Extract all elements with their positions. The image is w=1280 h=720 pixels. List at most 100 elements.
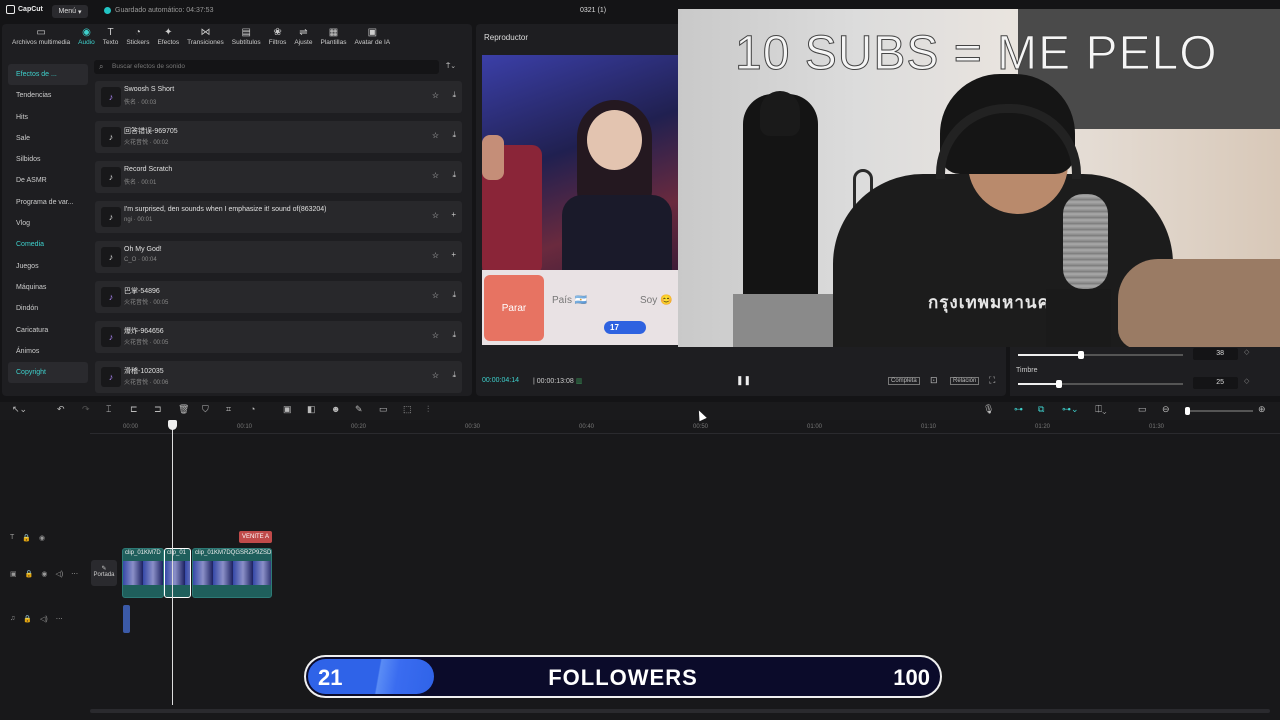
video-clip-selected[interactable]: clip_01	[164, 548, 191, 598]
speed-icon[interactable]: ◔	[250, 404, 255, 414]
zoom-in-icon[interactable]: ⊕	[1258, 404, 1266, 415]
download-icon[interactable]: ⤓	[452, 90, 456, 100]
favorite-star-icon[interactable]: ☆	[432, 171, 439, 180]
auto-snap-icon[interactable]: ⧉	[1038, 404, 1044, 415]
more-icon[interactable]: ⋯	[71, 570, 78, 578]
microphone-icon[interactable]: 🎙	[983, 404, 994, 415]
slider-1-knob[interactable]	[1077, 351, 1084, 359]
category-machines[interactable]: Máquinas	[8, 277, 88, 298]
category-whistles[interactable]: Silbidos	[8, 149, 88, 170]
category-variety[interactable]: Programa de var...	[8, 192, 88, 213]
search-input[interactable]: ⌕ Buscar efectos de sonido	[94, 60, 439, 74]
category-games[interactable]: Juegos	[8, 256, 88, 277]
zoom-out-icon[interactable]: ⊖	[1162, 404, 1170, 415]
linkage-icon[interactable]: ⊶⌄	[1062, 404, 1079, 415]
freeze-icon[interactable]: ▣	[283, 404, 292, 415]
slider-1[interactable]	[1018, 351, 1183, 359]
volume-icon[interactable]: ◁)	[40, 615, 48, 623]
zoom-slider[interactable]	[1185, 407, 1253, 415]
favorite-star-icon[interactable]: ☆	[432, 251, 439, 260]
category-copyright[interactable]: Copyright	[8, 362, 88, 384]
lock-icon[interactable]: 🔒	[25, 570, 34, 578]
category-cartoon[interactable]: Caricatura	[8, 320, 88, 341]
list-item[interactable]: ♪ I'm surprised, den sounds when I emphas…	[95, 201, 462, 233]
mirror-icon[interactable]: ◧	[307, 404, 316, 415]
list-item[interactable]: ♪ 爆炸-964656 火花音悦 · 00:05 ☆ ⤓	[95, 321, 462, 353]
list-item[interactable]: ♪ 滑稽-102035 火花音悦 · 00:06 ☆ ⤓	[95, 361, 462, 393]
aspect-ratio-button[interactable]: Relación	[950, 377, 980, 385]
menu-button[interactable]: Menú ▾	[52, 5, 88, 18]
value-2-field[interactable]: 25	[1193, 377, 1238, 389]
playhead[interactable]	[172, 420, 173, 705]
volume-icon[interactable]: ◁)	[55, 570, 63, 578]
list-item[interactable]: ♪ 回答错误-969705 火花音悦 · 00:02 ☆ ⤓	[95, 121, 462, 153]
favorite-star-icon[interactable]: ☆	[432, 91, 439, 100]
add-icon[interactable]: +	[451, 210, 456, 219]
fullscreen-icon[interactable]: ⛶	[989, 375, 995, 386]
download-icon[interactable]: ⤓	[452, 290, 456, 300]
value-1-field[interactable]: 38	[1193, 348, 1238, 360]
favorite-star-icon[interactable]: ☆	[432, 331, 439, 340]
favorite-star-icon[interactable]: ☆	[432, 291, 439, 300]
cover-button[interactable]: ✎ Portada	[91, 560, 117, 586]
timeline-scrollbar[interactable]	[90, 709, 1270, 713]
tab-media[interactable]: ▭ Archivos multimedia	[8, 24, 74, 50]
video-clip[interactable]: clip_01KM7DQGSRZP9ZSD	[192, 548, 272, 598]
magic-icon[interactable]: ✎	[355, 404, 363, 415]
category-asmr[interactable]: De ASMR	[8, 170, 88, 191]
category-hits[interactable]: Hits	[8, 107, 88, 128]
download-icon[interactable]: ⤓	[452, 330, 456, 340]
subtitle-track-icon[interactable]: ▭	[1138, 404, 1147, 415]
crop-icon[interactable]: ⌗	[226, 404, 231, 415]
shield-icon[interactable]: ⛉	[202, 404, 209, 415]
video-preview[interactable]: Parar País 🇦🇷 Soy 😊 17	[482, 55, 678, 345]
zoom-knob[interactable]	[1185, 407, 1190, 415]
tab-effects[interactable]: ✦ Efectos	[153, 24, 183, 50]
screenshot-icon[interactable]: ⊡	[930, 375, 938, 386]
link-magnet-icon[interactable]: ⊶	[1014, 404, 1023, 415]
tab-text[interactable]: T Texto	[99, 24, 123, 50]
slider-timbre[interactable]	[1018, 380, 1183, 388]
tab-stickers[interactable]: ◔ Stickers	[122, 24, 153, 50]
pause-icon[interactable]: ❚❚	[736, 375, 751, 386]
remove-bg-icon[interactable]: ☻	[331, 404, 340, 414]
captions-icon[interactable]: ▭	[379, 404, 388, 415]
undo-icon[interactable]: ↶	[57, 404, 65, 415]
tab-filters[interactable]: ❀ Filtros	[265, 24, 291, 50]
download-icon[interactable]: ⤓	[452, 170, 456, 180]
favorite-star-icon[interactable]: ☆	[432, 371, 439, 380]
tab-ai-avatar[interactable]: ▣ Avatar de IA	[350, 24, 394, 50]
split-icon[interactable]: ⌶	[106, 404, 111, 415]
tab-audio[interactable]: ◉ Audio	[74, 24, 99, 50]
select-tool-icon[interactable]: ↖⌄	[12, 404, 27, 415]
filter-button[interactable]: T̄⌄	[446, 62, 456, 70]
delete-icon[interactable]: 🗑	[178, 404, 189, 415]
redo-icon[interactable]: ↷	[82, 404, 90, 415]
category-comedy[interactable]: Comedia	[8, 234, 88, 255]
list-item[interactable]: ♪ Record Scratch 佚名 · 00:01 ☆ ⤓	[95, 161, 462, 193]
tab-templates[interactable]: ▦ Plantillas	[316, 24, 350, 50]
lock-icon[interactable]: 🔒	[23, 615, 32, 623]
time-ruler[interactable]: 00:00 00:10 00:20 00:30 00:40 00:50 01:0…	[90, 420, 1280, 434]
list-item[interactable]: ♪ Swoosh S Short 佚名 · 00:03 ☆ ⤓	[95, 81, 462, 113]
tab-subtitles[interactable]: ▤ Subtítulos	[228, 24, 265, 50]
tab-transitions[interactable]: ⋈ Transiciones	[183, 24, 228, 50]
category-dingdong[interactable]: Dindón	[8, 298, 88, 319]
waveform-icon[interactable]: ⫶	[427, 404, 429, 415]
category-vlog[interactable]: Vlog	[8, 213, 88, 234]
eye-icon[interactable]: ◉	[41, 570, 47, 578]
more-icon[interactable]: ⋯	[56, 615, 63, 623]
category-sale[interactable]: Sale	[8, 128, 88, 149]
full-quality-button[interactable]: Completa	[888, 377, 920, 385]
category-moods[interactable]: Ánimos	[8, 341, 88, 362]
lock-icon[interactable]: 🔒	[22, 534, 31, 542]
list-item[interactable]: ♪ 巴掌-54896 火花音悦 · 00:05 ☆ ⤓	[95, 281, 462, 313]
category-trending[interactable]: Tendencias	[8, 85, 88, 106]
favorite-star-icon[interactable]: ☆	[432, 131, 439, 140]
split-left-icon[interactable]: ⊏	[130, 404, 138, 415]
category-sound-effects[interactable]: Efectos de ...	[8, 64, 88, 86]
split-right-icon[interactable]: ⊐	[154, 404, 162, 415]
keyframe-icon[interactable]: ◇	[1244, 377, 1249, 385]
keyframe-icon[interactable]: ◇	[1244, 348, 1249, 356]
video-clip[interactable]: clip_01KM7D	[122, 548, 164, 598]
